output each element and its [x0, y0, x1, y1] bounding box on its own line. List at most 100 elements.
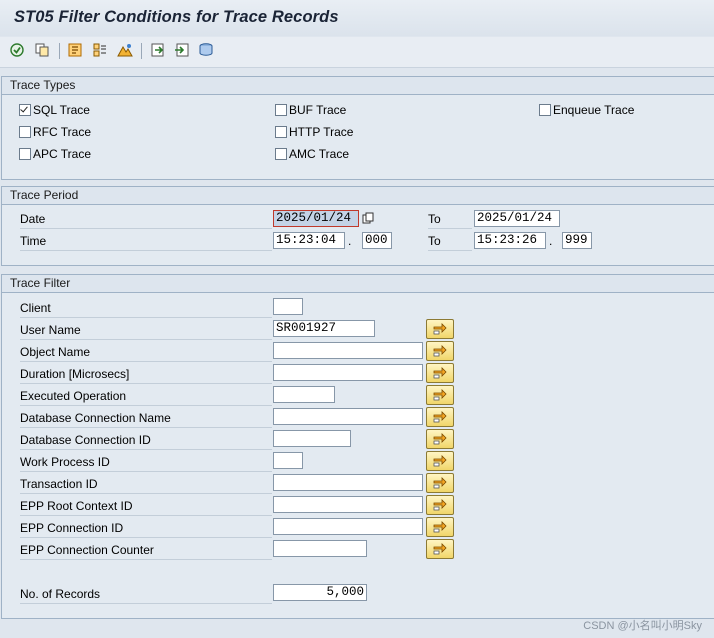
rfc-trace-checkbox[interactable] — [19, 126, 31, 138]
enqueue-trace-label: Enqueue Trace — [553, 103, 635, 117]
time-label: Time — [20, 234, 47, 248]
epp-connection-counter-field[interactable] — [273, 540, 367, 557]
multiple-selection-button[interactable] — [426, 319, 454, 339]
row-underline — [428, 228, 472, 229]
database-icon[interactable] — [198, 42, 214, 58]
multiple-selection-button[interactable] — [426, 407, 454, 427]
row-underline — [20, 250, 272, 251]
copy-icon[interactable] — [34, 42, 50, 58]
work-process-id-field[interactable] — [273, 452, 303, 469]
user-name-field[interactable]: SR001927 — [273, 320, 375, 337]
toolbar-separator — [59, 43, 60, 59]
date-to-label: To — [428, 212, 441, 226]
watermark: CSDN @小名叫小明Sky — [583, 620, 702, 632]
sql-trace-checkbox[interactable] — [19, 104, 31, 116]
trace-filter-header: Trace Filter — [2, 275, 714, 293]
duration-label: Duration [Microsecs] — [20, 367, 130, 381]
object-name-label: Object Name — [20, 345, 91, 359]
toolbar-separator — [141, 43, 142, 59]
row-underline — [20, 559, 272, 560]
analyze-icon[interactable] — [117, 42, 133, 58]
time-to-field[interactable]: 15:23:26 — [474, 232, 546, 249]
epp-connection-counter-label: EPP Connection Counter — [20, 543, 154, 557]
buf-trace-label: BUF Trace — [289, 103, 347, 117]
row-underline — [428, 250, 472, 251]
row-underline — [20, 515, 272, 516]
multiple-selection-button[interactable] — [426, 363, 454, 383]
epp-connection-id-field[interactable] — [273, 518, 423, 535]
time-to-ms-field[interactable]: 999 — [562, 232, 592, 249]
enqueue-trace-checkbox[interactable] — [539, 104, 551, 116]
client-field[interactable] — [273, 298, 303, 315]
rfc-trace-label: RFC Trace — [33, 125, 92, 139]
epp-root-context-id-field[interactable] — [273, 496, 423, 513]
object-name-field[interactable] — [273, 342, 423, 359]
import-icon[interactable] — [174, 42, 190, 58]
db-connection-id-field[interactable] — [273, 430, 351, 447]
row-underline — [20, 603, 272, 604]
transaction-id-label: Transaction ID — [20, 477, 98, 491]
date-from-field[interactable]: 2025/01/24 — [273, 210, 359, 227]
export-icon[interactable] — [150, 42, 166, 58]
multiple-selection-button[interactable] — [426, 429, 454, 449]
transaction-id-field[interactable] — [273, 474, 423, 491]
trace-filter-group: Trace Filter Client User Name SR001927 O… — [1, 274, 714, 619]
row-underline — [20, 228, 272, 229]
trace-types-group: Trace Types SQL Trace BUF Trace Enqueue … — [1, 76, 714, 180]
execute-icon[interactable] — [9, 42, 25, 58]
date-to-field[interactable]: 2025/01/24 — [474, 210, 560, 227]
title-bar: ST05 Filter Conditions for Trace Records — [0, 0, 714, 36]
http-trace-checkbox[interactable] — [275, 126, 287, 138]
application-toolbar — [0, 37, 714, 68]
activate-icon[interactable] — [67, 42, 83, 58]
time-from-ms-field[interactable]: 000 — [362, 232, 392, 249]
multiple-selection-button[interactable] — [426, 473, 454, 493]
row-underline — [20, 471, 272, 472]
calendar-icon[interactable] — [362, 212, 374, 224]
row-underline — [20, 361, 272, 362]
executed-operation-label: Executed Operation — [20, 389, 127, 403]
user-name-label: User Name — [20, 323, 81, 337]
records-field[interactable]: 5,000 — [273, 584, 367, 601]
multiple-selection-button[interactable] — [426, 539, 454, 559]
amc-trace-checkbox[interactable] — [275, 148, 287, 160]
multiple-selection-button[interactable] — [426, 385, 454, 405]
trace-types-header: Trace Types — [2, 77, 714, 95]
row-underline — [20, 449, 272, 450]
buf-trace-checkbox[interactable] — [275, 104, 287, 116]
row-underline — [20, 427, 272, 428]
epp-connection-id-label: EPP Connection ID — [20, 521, 124, 535]
time-from-separator: . — [348, 234, 352, 248]
time-to-label: To — [428, 234, 441, 248]
multiple-selection-button[interactable] — [426, 517, 454, 537]
executed-operation-field[interactable] — [273, 386, 335, 403]
records-label: No. of Records — [20, 587, 101, 601]
multiple-selection-button[interactable] — [426, 451, 454, 471]
apc-trace-checkbox[interactable] — [19, 148, 31, 160]
client-label: Client — [20, 301, 51, 315]
apc-trace-label: APC Trace — [33, 147, 92, 161]
time-from-field[interactable]: 15:23:04 — [273, 232, 345, 249]
row-underline — [20, 383, 272, 384]
display-icon[interactable] — [92, 42, 108, 58]
amc-trace-label: AMC Trace — [289, 147, 350, 161]
sql-trace-label: SQL Trace — [33, 103, 90, 117]
work-process-id-label: Work Process ID — [20, 455, 110, 469]
trace-period-group: Trace Period Date 2025/01/24 To 2025/01/… — [1, 186, 714, 266]
row-underline — [20, 339, 272, 340]
row-underline — [20, 493, 272, 494]
trace-period-header: Trace Period — [2, 187, 714, 205]
date-label: Date — [20, 212, 46, 226]
time-to-separator: . — [549, 234, 553, 248]
row-underline — [20, 405, 272, 406]
row-underline — [20, 317, 272, 318]
db-connection-id-label: Database Connection ID — [20, 433, 151, 447]
row-underline — [20, 537, 272, 538]
multiple-selection-button[interactable] — [426, 341, 454, 361]
page-title: ST05 Filter Conditions for Trace Records — [14, 8, 339, 26]
epp-root-context-id-label: EPP Root Context ID — [20, 499, 133, 513]
multiple-selection-button[interactable] — [426, 495, 454, 515]
db-connection-name-label: Database Connection Name — [20, 411, 171, 425]
db-connection-name-field[interactable] — [273, 408, 423, 425]
duration-field[interactable] — [273, 364, 423, 381]
